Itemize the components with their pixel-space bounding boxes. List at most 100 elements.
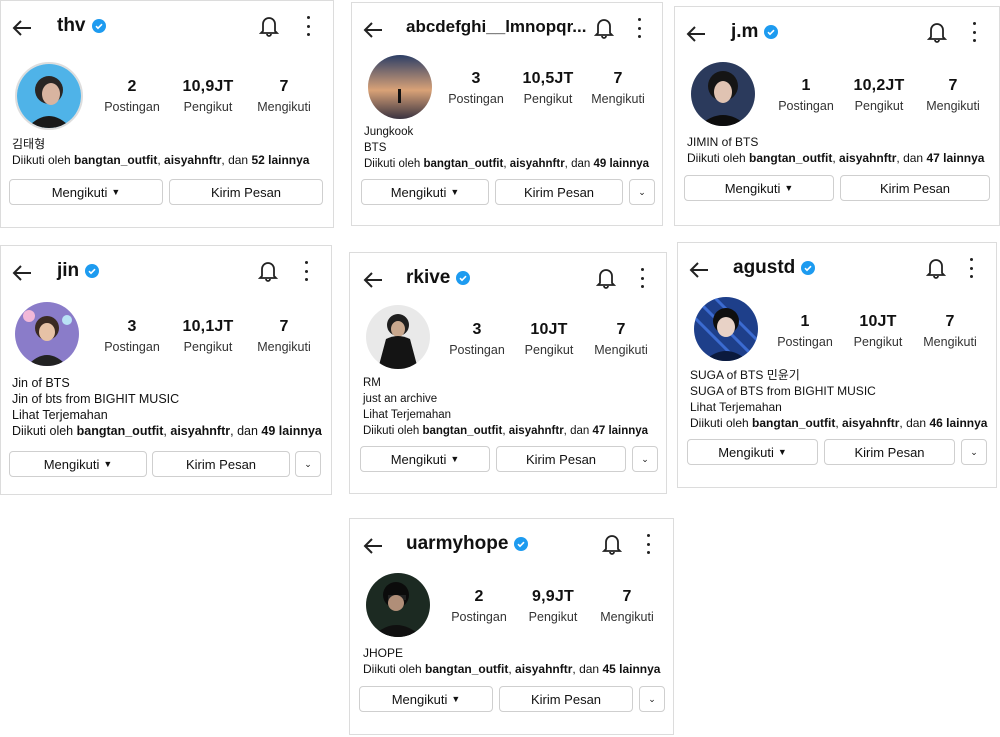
back-arrow-icon[interactable]: [11, 17, 33, 39]
following-stat[interactable]: 7 Mengikuti: [581, 321, 661, 357]
followed-by[interactable]: Diikuti oleh bangtan_outfit, aisyahnftr,…: [687, 150, 984, 166]
followers-label: Pengikut: [854, 99, 904, 113]
posts-label: Postingan: [777, 335, 833, 349]
following-label: Mengikuti: [257, 100, 311, 114]
back-arrow-icon[interactable]: [362, 535, 384, 557]
bio-line: just an archive: [363, 393, 438, 405]
posts-stat[interactable]: 2 Postingan: [439, 588, 519, 624]
notification-bell-icon[interactable]: [594, 17, 614, 39]
see-translation-link[interactable]: Lihat Terjemahan: [12, 407, 322, 423]
followers-stat[interactable]: 10,5JT Pengikut: [508, 70, 588, 106]
more-options-icon[interactable]: [968, 258, 974, 278]
suggestions-dropdown-button[interactable]: ⌄: [961, 439, 987, 465]
followers-stat[interactable]: 10,9JT Pengikut: [168, 78, 248, 114]
back-arrow-icon[interactable]: [362, 269, 384, 291]
posts-count: 2: [474, 588, 484, 605]
following-stat[interactable]: 7 Mengikuti: [910, 313, 990, 349]
following-stat[interactable]: 7 Mengikuti: [913, 77, 993, 113]
followers-stat[interactable]: 9,9JT Pengikut: [513, 588, 593, 624]
notification-bell-icon[interactable]: [602, 533, 622, 555]
suggestions-dropdown-button[interactable]: ⌄: [295, 451, 321, 477]
following-button[interactable]: Mengikuti ▼: [359, 686, 493, 712]
notification-bell-icon[interactable]: [258, 260, 278, 282]
avatar[interactable]: [368, 55, 432, 119]
followed-by[interactable]: Diikuti oleh bangtan_outfit, aisyahnftr,…: [12, 152, 309, 168]
posts-label: Postingan: [104, 340, 160, 354]
following-stat[interactable]: 7 Mengikuti: [578, 70, 658, 106]
posts-stat[interactable]: 1 Postingan: [765, 313, 845, 349]
followed-by[interactable]: Diikuti oleh bangtan_outfit, aisyahnftr,…: [363, 661, 660, 677]
following-button[interactable]: Mengikuti ▼: [361, 179, 489, 205]
avatar[interactable]: [366, 305, 430, 369]
following-button[interactable]: Mengikuti ▼: [687, 439, 818, 465]
more-options-icon[interactable]: [971, 22, 977, 42]
more-options-icon[interactable]: [636, 18, 642, 38]
verified-badge-icon: [91, 19, 106, 33]
message-button[interactable]: Kirim Pesan: [169, 179, 323, 205]
suggestions-dropdown-button[interactable]: ⌄: [632, 446, 658, 472]
see-translation-link[interactable]: Lihat Terjemahan: [363, 407, 648, 423]
posts-count: 1: [800, 313, 810, 330]
username-header: agustd: [733, 257, 816, 279]
notification-bell-icon[interactable]: [259, 15, 279, 37]
message-button[interactable]: Kirim Pesan: [840, 175, 990, 201]
followers-label: Pengikut: [524, 343, 574, 357]
message-button[interactable]: Kirim Pesan: [496, 446, 626, 472]
posts-stat[interactable]: 3 Postingan: [437, 321, 517, 357]
chevron-down-icon: ▼: [784, 182, 794, 193]
followers-stat[interactable]: 10,2JT Pengikut: [839, 77, 919, 113]
more-options-icon[interactable]: [303, 261, 309, 281]
verified-badge-icon: [801, 261, 816, 275]
following-stat[interactable]: 7 Mengikuti: [244, 318, 324, 354]
message-button[interactable]: Kirim Pesan: [152, 451, 290, 477]
message-button[interactable]: Kirim Pesan: [495, 179, 623, 205]
see-translation-link[interactable]: Lihat Terjemahan: [690, 399, 987, 415]
back-arrow-icon[interactable]: [688, 259, 710, 281]
more-options-icon[interactable]: [305, 16, 311, 36]
suggestions-dropdown-button[interactable]: ⌄: [629, 179, 655, 205]
message-button[interactable]: Kirim Pesan: [499, 686, 633, 712]
suggestions-dropdown-button[interactable]: ⌄: [639, 686, 665, 712]
profile-card-agustd: agustd 1 Postingan 10JT Pengikut 7 Mengikut…: [677, 242, 997, 488]
posts-stat[interactable]: 3 Postingan: [92, 318, 172, 354]
notification-bell-icon[interactable]: [926, 257, 946, 279]
followed-by[interactable]: Diikuti oleh bangtan_outfit, aisyahnftr,…: [364, 156, 649, 172]
following-button[interactable]: Mengikuti ▼: [9, 179, 163, 205]
bio: RM just an archive Lihat Terjemahan Diik…: [363, 375, 648, 439]
followed-by[interactable]: Diikuti oleh bangtan_outfit, aisyahnftr,…: [12, 423, 322, 439]
followers-stat[interactable]: 10JT Pengikut: [509, 321, 589, 357]
posts-stat[interactable]: 3 Postingan: [436, 70, 516, 106]
posts-stat[interactable]: 1 Postingan: [766, 77, 846, 113]
username-header: rkive: [406, 267, 471, 289]
avatar[interactable]: [691, 62, 755, 126]
avatar[interactable]: [15, 62, 83, 130]
following-button[interactable]: Mengikuti ▼: [360, 446, 490, 472]
notification-bell-icon[interactable]: [927, 21, 947, 43]
followers-stat[interactable]: 10,1JT Pengikut: [168, 318, 248, 354]
followers-count: 10JT: [530, 321, 568, 338]
followed-by[interactable]: Diikuti oleh bangtan_outfit, aisyahnftr,…: [363, 423, 648, 439]
followers-stat[interactable]: 10JT Pengikut: [838, 313, 918, 349]
following-stat[interactable]: 7 Mengikuti: [587, 588, 667, 624]
username: uarmyhope: [406, 533, 509, 554]
username: j.m: [731, 21, 759, 42]
back-arrow-icon[interactable]: [11, 262, 33, 284]
following-button[interactable]: Mengikuti ▼: [9, 451, 147, 477]
avatar[interactable]: [366, 573, 430, 637]
message-button[interactable]: Kirim Pesan: [824, 439, 955, 465]
bio: JHOPE Diikuti oleh bangtan_outfit, aisya…: [363, 645, 660, 677]
back-arrow-icon[interactable]: [685, 23, 707, 45]
following-button[interactable]: Mengikuti ▼: [684, 175, 834, 201]
followed-by[interactable]: Diikuti oleh bangtan_outfit, aisyahnftr,…: [690, 415, 987, 431]
following-stat[interactable]: 7 Mengikuti: [244, 78, 324, 114]
more-options-icon[interactable]: [645, 534, 651, 554]
verified-badge-icon: [85, 264, 100, 278]
avatar[interactable]: [694, 297, 758, 361]
more-options-icon[interactable]: [639, 268, 645, 288]
back-arrow-icon[interactable]: [362, 19, 384, 41]
notification-bell-icon[interactable]: [596, 267, 616, 289]
bio: Jin of BTS Jin of bts from BIGHIT MUSIC …: [12, 375, 322, 439]
posts-stat[interactable]: 2 Postingan: [92, 78, 172, 114]
avatar[interactable]: [15, 302, 79, 366]
bio: SUGA of BTS 민윤기 SUGA of BTS from BIGHIT …: [690, 367, 987, 431]
